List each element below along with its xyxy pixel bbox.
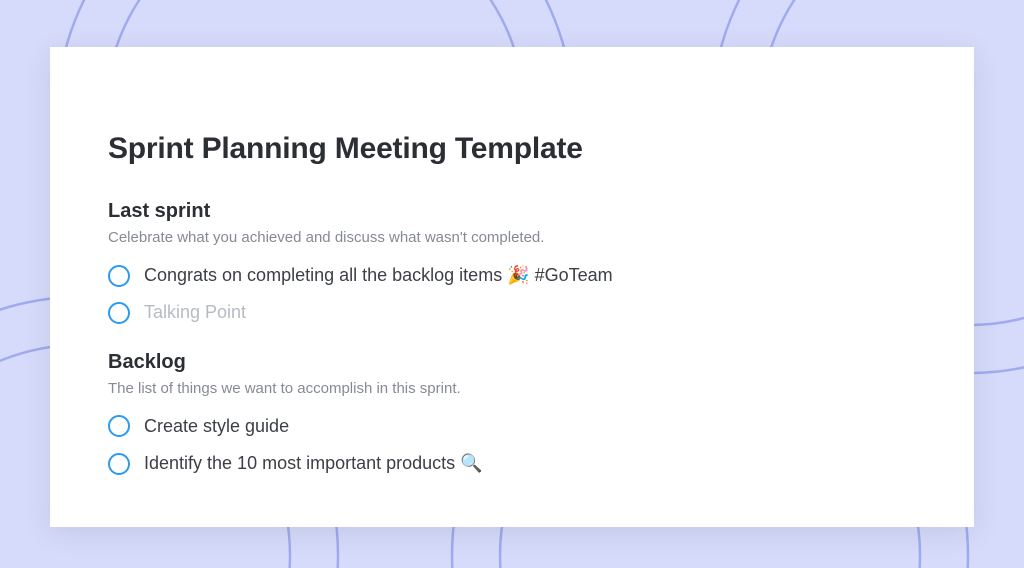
list-item: Identify the 10 most important products … bbox=[108, 452, 916, 475]
section-backlog: Backlog The list of things we want to ac… bbox=[108, 351, 916, 476]
item-placeholder-text[interactable]: Talking Point bbox=[144, 301, 246, 324]
section-heading: Backlog bbox=[108, 351, 916, 374]
section-description: Celebrate what you achieved and discuss … bbox=[108, 229, 916, 246]
list-item: Congrats on completing all the backlog i… bbox=[108, 264, 916, 287]
checkbox-icon[interactable] bbox=[108, 302, 130, 324]
checkbox-icon[interactable] bbox=[108, 453, 130, 475]
item-text[interactable]: Create style guide bbox=[144, 415, 289, 438]
item-text[interactable]: Identify the 10 most important products … bbox=[144, 452, 483, 475]
checkbox-icon[interactable] bbox=[108, 265, 130, 287]
checkbox-icon[interactable] bbox=[108, 415, 130, 437]
section-description: The list of things we want to accomplish… bbox=[108, 380, 916, 397]
item-text[interactable]: Congrats on completing all the backlog i… bbox=[144, 264, 613, 287]
section-last-sprint: Last sprint Celebrate what you achieved … bbox=[108, 200, 916, 325]
list-item: Create style guide bbox=[108, 415, 916, 438]
section-item-list: Congrats on completing all the backlog i… bbox=[108, 264, 916, 325]
document-card: Sprint Planning Meeting Template Last sp… bbox=[50, 47, 974, 527]
section-item-list: Create style guide Identify the 10 most … bbox=[108, 415, 916, 476]
section-heading: Last sprint bbox=[108, 200, 916, 223]
list-item: Talking Point bbox=[108, 301, 916, 324]
document-title: Sprint Planning Meeting Template bbox=[108, 132, 916, 166]
